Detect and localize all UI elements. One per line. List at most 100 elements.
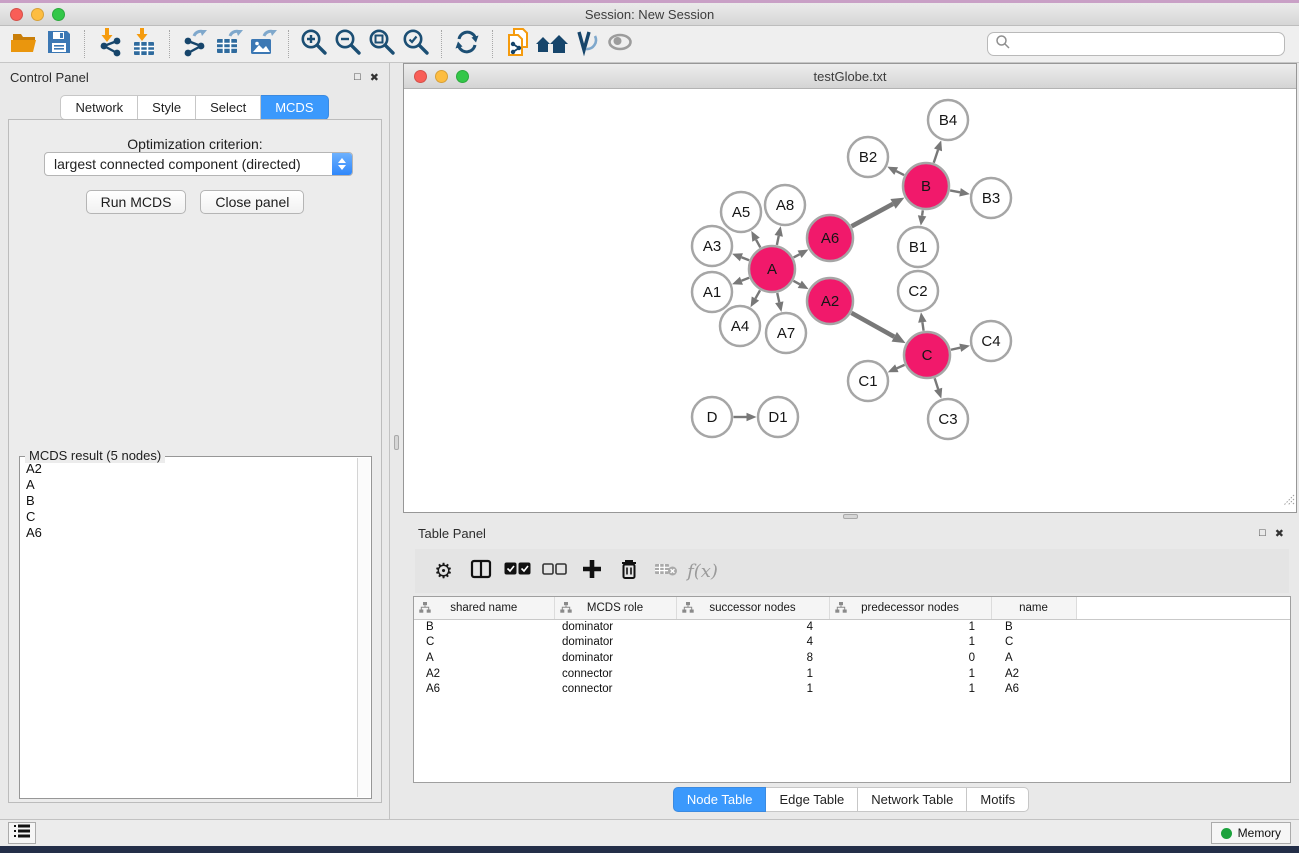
create-column-button[interactable] [573, 553, 610, 589]
edge-A-A6[interactable] [794, 254, 800, 257]
result-item[interactable]: C [21, 509, 356, 525]
result-item[interactable]: A [21, 477, 356, 493]
task-history-button[interactable] [8, 822, 36, 844]
table-cell[interactable]: connector [554, 681, 676, 697]
mcds-result-list[interactable]: A2ABCA6 [21, 461, 356, 797]
delete-table-button[interactable] [647, 553, 684, 589]
table-settings-button[interactable]: ⚙ [425, 553, 462, 589]
table-cell[interactable]: 1 [829, 619, 991, 635]
table-row[interactable]: A6connector11A6 [414, 681, 1290, 697]
home-button[interactable] [535, 28, 569, 60]
edge-A6-B[interactable] [852, 204, 893, 226]
table-row[interactable]: Adominator80A [414, 650, 1290, 666]
tab-style[interactable]: Style [138, 95, 196, 120]
edge-C-C4[interactable] [951, 348, 960, 350]
select-all-columns-button[interactable] [499, 553, 536, 589]
edge-B-B2[interactable] [896, 171, 904, 175]
table-cell[interactable]: A2 [991, 666, 1076, 682]
network-graph[interactable]: B4B2BB3B1A5A8A6A3AA1A4A7A2C2CC4C1C3DD1 [404, 89, 1296, 512]
close-panel-button[interactable]: Close panel [200, 190, 304, 214]
network-window-titlebar[interactable]: testGlobe.txt [404, 64, 1296, 89]
edge-C-C2[interactable] [922, 322, 923, 331]
table-cell[interactable]: C [991, 635, 1076, 651]
zoom-fit-button[interactable] [365, 28, 399, 60]
edge-A2-C[interactable] [851, 313, 894, 337]
import-network-button[interactable] [93, 28, 127, 60]
vertical-splitter[interactable] [390, 63, 403, 819]
result-list-scrollbar[interactable] [357, 458, 370, 797]
zoom-selected-button[interactable] [399, 28, 433, 60]
table-cell[interactable]: A [414, 650, 554, 666]
table-row[interactable]: Cdominator41C [414, 635, 1290, 651]
show-columns-button[interactable] [462, 553, 499, 589]
table-cell[interactable]: 4 [676, 619, 829, 635]
edge-C-C1[interactable] [897, 365, 905, 368]
table-row[interactable]: Bdominator41B [414, 619, 1290, 635]
export-network-button[interactable] [178, 28, 212, 60]
splitter-grip[interactable] [394, 435, 399, 450]
delete-columns-button[interactable] [610, 553, 647, 589]
table-cell[interactable]: C [414, 635, 554, 651]
tab-select[interactable]: Select [196, 95, 261, 120]
table-cell[interactable]: 4 [676, 635, 829, 651]
horizontal-splitter[interactable] [403, 513, 1299, 520]
table-cell[interactable]: B [414, 619, 554, 635]
function-builder-button[interactable]: f(x) [684, 553, 721, 589]
table-cell[interactable]: 1 [829, 681, 991, 697]
table-cell[interactable]: 1 [829, 635, 991, 651]
table-cell[interactable]: B [991, 619, 1076, 635]
table-cell[interactable]: A2 [414, 666, 554, 682]
table-cell[interactable]: connector [554, 666, 676, 682]
save-session-button[interactable] [42, 28, 76, 60]
column-header-predecessor-nodes[interactable]: predecessor nodes [829, 597, 991, 619]
edge-A-A1[interactable] [741, 278, 749, 281]
edge-C-C3[interactable] [935, 378, 939, 389]
clone-network-button[interactable] [501, 28, 535, 60]
memory-button[interactable]: Memory [1211, 822, 1291, 844]
refresh-button[interactable] [450, 28, 484, 60]
edge-B-B3[interactable] [950, 190, 960, 192]
close-panel-icon[interactable]: ✖ [370, 71, 379, 84]
table-cell[interactable]: dominator [554, 635, 676, 651]
zoom-out-button[interactable] [331, 28, 365, 60]
table-cell[interactable]: 1 [829, 666, 991, 682]
edge-B-B1[interactable] [922, 210, 923, 215]
edge-B-B4[interactable] [934, 150, 938, 163]
table-cell[interactable]: A [991, 650, 1076, 666]
table-cell[interactable]: 8 [676, 650, 829, 666]
column-header-MCDS-role[interactable]: MCDS role [554, 597, 676, 619]
export-image-button[interactable] [246, 28, 280, 60]
search-input[interactable] [1011, 37, 1277, 51]
column-header-successor-nodes[interactable]: successor nodes [676, 597, 829, 619]
graphics-details-button[interactable] [569, 28, 603, 60]
tab-node-table[interactable]: Node Table [673, 787, 767, 812]
edge-A-A3[interactable] [741, 257, 749, 260]
table-cell[interactable]: dominator [554, 619, 676, 635]
open-session-button[interactable] [8, 28, 42, 60]
network-canvas[interactable]: B4B2BB3B1A5A8A6A3AA1A4A7A2C2CC4C1C3DD1 [404, 89, 1296, 512]
unselect-all-columns-button[interactable] [536, 553, 573, 589]
search-box[interactable] [987, 32, 1285, 56]
tab-motifs[interactable]: Motifs [967, 787, 1029, 812]
float-panel-icon[interactable]: □ [1259, 527, 1266, 539]
column-header-shared-name[interactable]: shared name [414, 597, 554, 619]
edge-A-A7[interactable] [777, 293, 779, 302]
table-cell[interactable]: 1 [676, 666, 829, 682]
resize-grip-icon[interactable] [1282, 493, 1295, 511]
column-header-name[interactable]: name [991, 597, 1076, 619]
table-cell[interactable]: 0 [829, 650, 991, 666]
criterion-select[interactable]: largest connected component (directed) [44, 152, 353, 176]
result-item[interactable]: A2 [21, 461, 356, 477]
splitter-grip[interactable] [843, 514, 858, 519]
hide-details-button[interactable] [603, 28, 637, 60]
tab-mcds[interactable]: MCDS [261, 95, 328, 120]
edge-A-A2[interactable] [793, 281, 799, 284]
edge-A-A8[interactable] [777, 236, 779, 245]
tab-edge-table[interactable]: Edge Table [766, 787, 858, 812]
table-cell[interactable]: 1 [676, 681, 829, 697]
result-item[interactable]: A6 [21, 525, 356, 541]
export-table-button[interactable] [212, 28, 246, 60]
table-cell[interactable]: dominator [554, 650, 676, 666]
table-cell[interactable]: A6 [414, 681, 554, 697]
tab-network-table[interactable]: Network Table [858, 787, 967, 812]
